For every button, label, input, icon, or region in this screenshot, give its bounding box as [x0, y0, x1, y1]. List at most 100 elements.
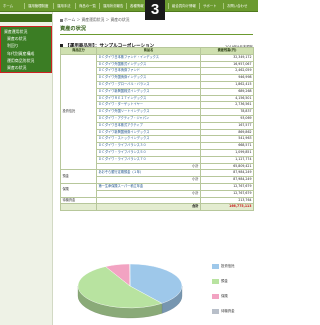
legend-label: 保険: [221, 294, 228, 298]
category-cell: 待機資金: [60, 196, 97, 205]
nav-item-system[interactable]: 運用管理制度: [28, 3, 48, 9]
balance-cell: 869,862: [200, 128, 254, 137]
nav-divider: [199, 3, 200, 9]
step-number-badge: 3: [145, 0, 165, 20]
nav-item-method[interactable]: 運用手法: [57, 3, 71, 9]
nav-item-reports[interactable]: 運用状況報告: [103, 3, 123, 9]
table-row: 待機資金 213,764: [60, 196, 254, 205]
legend-swatch: [212, 309, 219, 314]
column-header-product: 商品名: [96, 47, 201, 55]
column-header-balance: 資産残高(円): [200, 47, 254, 55]
subtotal-value: 65,809,421: [200, 162, 254, 171]
sidebar-item-assets-2[interactable]: 資産の状況: [1, 64, 51, 71]
table-row: 保険 第一生命保険スーパー積立年金 12,767,679: [60, 182, 254, 198]
nav-divider: [223, 3, 224, 9]
balance-cell: 1,127,774: [200, 155, 254, 164]
legend-label: 待機資金: [221, 309, 235, 313]
sidebar: 資産運用状況 資産の状況 利回り 年代別資産構成 運用商品別状況 資産の状況: [0, 12, 53, 325]
balance-cell: 167,577: [200, 121, 254, 130]
page-title: 資産の状況: [60, 25, 253, 35]
product-name-link[interactable]: ＤＣダイワ日本株式アクティブ: [96, 121, 201, 130]
sidebar-item-product-status[interactable]: 運用商品別状況: [1, 57, 51, 64]
sidebar-item-assets[interactable]: 資産の状況: [1, 35, 51, 42]
nav-divider: [126, 3, 127, 9]
balance-cell: 668,571: [200, 142, 254, 150]
product-name-link[interactable]: ＤＣダイワ・ライフバランス５０: [96, 148, 201, 157]
product-name-link[interactable]: ＤＣダイワ・ターゲットイヤー: [96, 101, 201, 110]
column-header-category: 商品区分: [60, 47, 97, 55]
nav-divider: [24, 3, 25, 9]
nav-item-home[interactable]: ホーム: [3, 3, 13, 9]
balance-cell: 78,837: [200, 108, 254, 116]
product-name-link[interactable]: ＤＣダイワ・グローバル・バランス: [96, 80, 201, 89]
table-row: 預金 あおぞら銀行定期預金（１年） 87,984,249: [60, 169, 254, 184]
breadcrumb-text[interactable]: ホーム ＞ 資産運用状況 ＞ 資産の状況: [64, 17, 129, 22]
balance-cell: 32,349,172: [200, 53, 254, 62]
product-name-link[interactable]: ＤＣダイワ・アクティブ・ジャパン: [96, 114, 201, 123]
allocation-chart: 投資信託預金保険待機資金: [60, 250, 253, 325]
balance-cell: 12,767,679: [200, 182, 254, 191]
balance-cell: 16,957,067: [200, 60, 254, 69]
balance-cell: 2,462,059: [200, 67, 254, 76]
balance-cell: 1,099,851: [200, 148, 254, 157]
product-name-link[interactable]: ＤＣダイワ外国リートインデックス: [96, 108, 201, 116]
product-name-link[interactable]: ＤＣダイワ・ストックインデックス: [96, 135, 201, 144]
balance-cell: 4,156,501: [200, 94, 254, 103]
nav-item-info[interactable]: 各種情報: [130, 3, 144, 9]
product-name-link[interactable]: 第一生命保険スーパー積立年金: [96, 182, 201, 191]
sidebar-header: [0, 14, 52, 22]
subtotal-label: 小計: [96, 176, 201, 184]
nav-item-member[interactable]: 組合員向け情報: [172, 3, 196, 9]
legend-swatch: [212, 294, 219, 299]
balance-cell: 541,963: [200, 135, 254, 144]
balance-cell: 1,862,415: [200, 80, 254, 89]
total-row: 合計 166,775,113: [60, 203, 254, 212]
balance-cell: 689,268: [200, 87, 254, 96]
subtotal-label: 小計: [96, 189, 201, 198]
product-name-link[interactable]: ＤＣダイワ・ライフバランス７０: [96, 155, 201, 164]
total-value: 166,775,113: [200, 203, 254, 212]
nav-divider: [75, 3, 76, 9]
nav-divider: [168, 3, 169, 9]
sidebar-item-yield[interactable]: 利回り: [1, 42, 51, 49]
product-name-link[interactable]: [96, 196, 201, 205]
subtotal-value: 87,984,249: [200, 176, 254, 184]
holdings-table-body: 投資信託 ＤＣダイワ日本株ファンド・インデックス 32,349,172 ＤＣダイワ外国…: [60, 53, 254, 212]
legend-label: 投資信託: [221, 264, 235, 268]
nav-item-contact[interactable]: お問い合わせ: [227, 3, 247, 9]
product-name-link[interactable]: ＤＣダイワ新興国株式インデックス: [96, 87, 201, 96]
product-name-link[interactable]: ＤＣダイワ新興国債券インデックス: [96, 128, 201, 137]
nav-item-products[interactable]: 商品の一覧: [79, 3, 96, 9]
table-header-row: 商品区分 商品名 資産残高(円): [60, 47, 254, 55]
product-name-link[interactable]: ＤＣダイワＲＥＩＴインデックス: [96, 94, 201, 103]
category-cell: 預金: [60, 169, 97, 184]
sidebar-item-asset-status[interactable]: 資産運用状況: [1, 28, 51, 35]
legend-label: 預金: [221, 279, 228, 283]
product-name-link[interactable]: ＤＣダイワ・ライフバランス３０: [96, 142, 201, 150]
total-label: 合計: [96, 203, 201, 212]
nav-divider: [53, 3, 54, 9]
nav-item-support[interactable]: サポート: [203, 3, 217, 9]
total-spacer: [60, 203, 97, 212]
nav-divider: [99, 3, 100, 9]
table-row: 投資信託 ＤＣダイワ日本株ファンド・インデックス 32,349,172: [60, 53, 254, 171]
product-name-link[interactable]: あおぞら銀行定期預金（１年）: [96, 169, 201, 178]
legend-swatch: [212, 264, 219, 269]
category-cell: 保険: [60, 182, 97, 198]
product-name-link[interactable]: ＤＣダイワ外国株式インデックス: [96, 60, 201, 69]
category-cell: 投資信託: [60, 53, 97, 171]
balance-cell: 2,736,561: [200, 101, 254, 110]
subtotal-value: 12,767,679: [200, 189, 254, 198]
home-icon: [60, 18, 63, 22]
sidebar-item-age-composition[interactable]: 年代別資産構成: [1, 50, 51, 57]
legend-swatch: [212, 279, 219, 284]
balance-cell: 946,998: [200, 74, 254, 82]
product-name-link[interactable]: ＤＣダイワ日本株ファンド・インデックス: [96, 53, 201, 62]
product-name-link[interactable]: ＤＣダイワ外国債券インデックス: [96, 74, 201, 82]
breadcrumb: ホーム ＞ 資産運用状況 ＞ 資産の状況: [60, 17, 129, 23]
main-content: 資産の状況 【運用商品別】：サンプルコーポレーション 2019年9月末現在 商品…: [60, 25, 254, 212]
balance-cell: 93,069: [200, 114, 254, 123]
holdings-table: 商品区分 商品名 資産残高(円) 投資信託 ＤＣダイワ日本株ファンド・インデックス…: [60, 47, 254, 212]
balance-cell: 213,764: [200, 196, 254, 205]
product-name-link[interactable]: ＤＣダイワ日本債券ファンド: [96, 67, 201, 76]
